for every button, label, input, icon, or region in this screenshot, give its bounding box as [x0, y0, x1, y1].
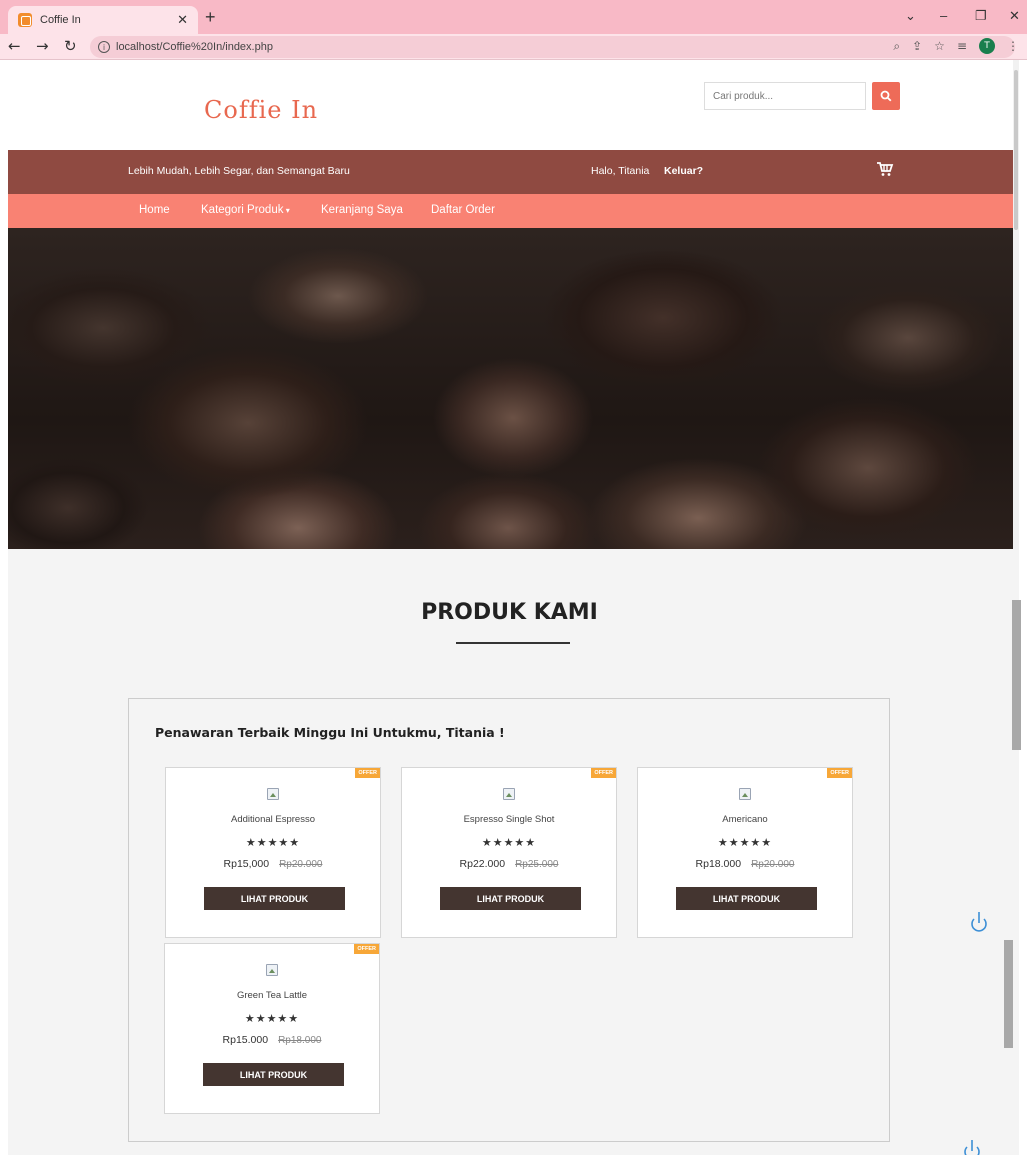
- scrollbar-thumb[interactable]: [1014, 70, 1018, 230]
- browser-menu-icon[interactable]: ⋮: [1007, 39, 1019, 53]
- offer-badge: OFFER: [827, 768, 852, 778]
- caret-down-icon: ▾: [283, 206, 290, 215]
- product-name: Green Tea Lattle: [236, 990, 308, 1001]
- product-price: Rp15.000: [222, 1034, 269, 1046]
- search-icon: [880, 90, 892, 102]
- view-product-button[interactable]: LIHAT PRODUK: [440, 887, 581, 910]
- reload-icon[interactable]: ↻: [64, 37, 77, 55]
- restore-icon[interactable]: ❐: [975, 8, 987, 24]
- scroll-to-top-icon[interactable]: [970, 910, 988, 932]
- product-image-placeholder-icon: [266, 964, 278, 976]
- product-old-price: Rp18.000: [278, 1035, 322, 1046]
- browser-toolbar: ← → ↻ i localhost/Coffie%20In/index.php …: [0, 34, 1027, 60]
- view-product-button[interactable]: LIHAT PRODUK: [204, 887, 345, 910]
- product-image-placeholder-icon: [503, 788, 515, 800]
- site-header: Coffie In: [8, 60, 1019, 150]
- url-text: localhost/Coffie%20In/index.php: [116, 41, 273, 53]
- offer-badge: OFFER: [591, 768, 616, 778]
- rating-stars: ★★★★★: [717, 836, 773, 849]
- nav-home[interactable]: Home: [139, 204, 170, 216]
- product-name: Espresso Single Shot: [463, 814, 555, 825]
- offer-badge: OFFER: [355, 768, 380, 778]
- share-icon[interactable]: ⇪: [912, 39, 922, 53]
- product-price: Rp22.000: [459, 858, 506, 870]
- view-product-button[interactable]: LIHAT PRODUK: [676, 887, 817, 910]
- top-bar: Lebih Mudah, Lebih Segar, dan Semangat B…: [8, 150, 1019, 194]
- site-info-icon[interactable]: i: [98, 41, 110, 53]
- product-card: OFFER Green Tea Lattle ★★★★★ Rp15.000 Rp1…: [164, 943, 380, 1114]
- product-price-row: Rp15,000 Rp20.000: [166, 858, 380, 870]
- title-divider: [456, 642, 570, 644]
- product-name: Americano: [722, 814, 768, 825]
- product-name: Additional Espresso: [231, 814, 315, 825]
- product-old-price: Rp25.000: [515, 859, 559, 870]
- page-scrollbar-thumb[interactable]: [1004, 940, 1013, 1048]
- tagline: Lebih Mudah, Lebih Segar, dan Semangat B…: [128, 165, 350, 177]
- product-card: OFFER Americano ★★★★★ Rp18.000 Rp20.000 L…: [637, 767, 853, 938]
- page-scrollbar-thumb[interactable]: [1012, 600, 1021, 750]
- search-input[interactable]: [704, 82, 866, 110]
- minimize-icon[interactable]: –: [940, 8, 947, 23]
- profile-avatar[interactable]: T: [979, 38, 995, 54]
- cart-icon[interactable]: [876, 161, 894, 177]
- bookmark-star-icon[interactable]: ☆: [934, 39, 945, 53]
- product-price: Rp15,000: [223, 858, 270, 870]
- product-old-price: Rp20.000: [751, 859, 795, 870]
- user-greeting: Halo, Titania: [591, 165, 650, 177]
- offer-badge: OFFER: [354, 944, 379, 954]
- forward-icon[interactable]: →: [36, 37, 49, 55]
- tab-search-chevron-icon[interactable]: ⌄: [905, 8, 916, 24]
- browser-tab[interactable]: Coffie In ✕: [8, 6, 198, 34]
- site-logo[interactable]: Coffie In: [204, 96, 318, 124]
- tab-title: Coffie In: [40, 14, 81, 26]
- product-image-placeholder-icon: [739, 788, 751, 800]
- tab-close-icon[interactable]: ✕: [177, 12, 188, 28]
- product-price-row: Rp18.000 Rp20.000: [638, 858, 852, 870]
- product-price-row: Rp15.000 Rp18.000: [165, 1034, 379, 1046]
- product-price: Rp18.000: [695, 858, 742, 870]
- section-title: PRODUK KAMI: [421, 600, 598, 625]
- nav-categories[interactable]: Kategori Produk ▾: [201, 204, 290, 216]
- offer-heading: Penawaran Terbaik Minggu Ini Untukmu, Ti…: [155, 725, 505, 740]
- nav-categories-label: Kategori Produk: [201, 204, 284, 216]
- reading-list-icon[interactable]: ≡: [957, 39, 967, 53]
- new-tab-icon[interactable]: +: [205, 7, 216, 28]
- product-image-placeholder-icon: [267, 788, 279, 800]
- back-icon[interactable]: ←: [8, 37, 21, 55]
- nav-orders[interactable]: Daftar Order: [431, 204, 495, 216]
- rating-stars: ★★★★★: [481, 836, 537, 849]
- rating-stars: ★★★★★: [244, 1012, 300, 1025]
- browser-tab-strip: Coffie In ✕ + ⌄ – ❐ ✕: [0, 0, 1027, 34]
- view-product-button[interactable]: LIHAT PRODUK: [203, 1063, 344, 1086]
- address-bar[interactable]: i localhost/Coffie%20In/index.php: [90, 36, 1015, 58]
- product-price-row: Rp22.000 Rp25.000: [402, 858, 616, 870]
- rating-stars: ★★★★★: [245, 836, 301, 849]
- page-viewport: Coffie In Lebih Mudah, Lebih Segar, dan …: [8, 60, 1019, 1155]
- main-nav: Home Kategori Produk ▾ Keranjang Saya Da…: [8, 194, 1019, 228]
- product-old-price: Rp20.000: [279, 859, 323, 870]
- scroll-to-top-icon[interactable]: [963, 1138, 981, 1155]
- close-window-icon[interactable]: ✕: [1009, 8, 1020, 24]
- nav-cart[interactable]: Keranjang Saya: [321, 204, 403, 216]
- logout-link[interactable]: Keluar?: [664, 165, 703, 177]
- hero-banner-image: [8, 228, 1019, 549]
- product-card: OFFER Espresso Single Shot ★★★★★ Rp22.00…: [401, 767, 617, 938]
- site-favicon-icon: [18, 13, 32, 27]
- zoom-icon[interactable]: ⌕: [893, 39, 900, 54]
- search-button[interactable]: [872, 82, 900, 110]
- product-card: OFFER Additional Espresso ★★★★★ Rp15,000…: [165, 767, 381, 938]
